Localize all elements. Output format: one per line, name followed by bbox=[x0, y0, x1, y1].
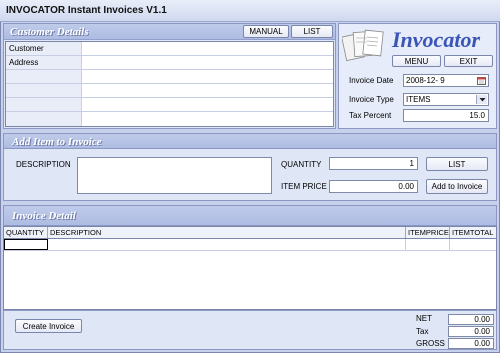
invoice-type-value: ITEMS bbox=[406, 95, 431, 104]
customer-section-title: Customer Details bbox=[10, 26, 89, 38]
column-header-itemprice[interactable]: ITEMPRICE bbox=[406, 227, 450, 238]
invoice-type-select[interactable]: ITEMS bbox=[403, 93, 489, 106]
selected-cell[interactable] bbox=[4, 239, 48, 250]
customer-extra-row[interactable] bbox=[6, 112, 333, 126]
address-row-label: Address bbox=[6, 56, 82, 69]
invoice-type-label: Invoice Type bbox=[349, 95, 394, 104]
invocator-logo: Invocator bbox=[392, 27, 480, 52]
column-header-itemtotal[interactable]: ITEMTOTAL bbox=[450, 227, 496, 238]
invoice-detail-section-title: Invoice Detail bbox=[12, 210, 76, 222]
column-header-quantity[interactable]: QUANTITY bbox=[4, 227, 48, 238]
address-row[interactable]: Address bbox=[6, 56, 333, 70]
item-price-label: ITEM PRICE bbox=[281, 182, 327, 191]
customer-row-value[interactable] bbox=[82, 42, 333, 55]
extra-row-value[interactable] bbox=[82, 84, 333, 97]
tax-percent-label: Tax Percent bbox=[349, 111, 392, 120]
invoice-detail-column-headers: QUANTITY DESCRIPTION ITEMPRICE ITEMTOTAL bbox=[4, 227, 496, 239]
tax-field: 0.00 bbox=[448, 326, 494, 337]
extra-row-label bbox=[6, 112, 82, 126]
gross-field: 0.00 bbox=[448, 338, 494, 349]
extra-row-label bbox=[6, 98, 82, 111]
customer-header: Customer Details MANUAL LIST bbox=[4, 24, 335, 40]
customer-extra-row[interactable] bbox=[6, 84, 333, 98]
invoice-settings-panel: Invocator MENU EXIT Invoice Date 2008-12… bbox=[338, 23, 497, 129]
add-item-panel: DESCRIPTION QUANTITY 1 ITEM PRICE 0.00 L… bbox=[3, 149, 497, 201]
add-to-invoice-button[interactable]: Add to Invoice bbox=[426, 179, 488, 194]
table-cell[interactable] bbox=[406, 239, 450, 250]
create-invoice-button[interactable]: Create Invoice bbox=[15, 319, 82, 333]
chevron-down-icon[interactable] bbox=[476, 95, 487, 104]
extra-row-label bbox=[6, 84, 82, 97]
net-label: NET bbox=[416, 314, 432, 323]
quantity-field[interactable]: 1 bbox=[329, 157, 418, 170]
tax-percent-field[interactable]: 15.0 bbox=[403, 109, 489, 122]
item-list-button[interactable]: LIST bbox=[426, 157, 488, 171]
extra-row-value[interactable] bbox=[82, 112, 333, 126]
customer-row-label: Customer bbox=[6, 42, 82, 55]
menu-button[interactable]: MENU bbox=[392, 55, 441, 67]
footer-panel: Create Invoice NET 0.00 Tax 0.00 GROSS 0… bbox=[3, 310, 497, 350]
item-price-field[interactable]: 0.00 bbox=[329, 180, 418, 193]
add-item-header: Add Item to Invoice bbox=[3, 133, 497, 149]
gross-label: GROSS bbox=[416, 339, 445, 348]
window-title: INVOCATOR Instant Invoices V1.1 bbox=[6, 5, 167, 16]
add-item-section-title: Add Item to Invoice bbox=[12, 136, 102, 148]
invoice-detail-header: Invoice Detail bbox=[3, 205, 497, 226]
invoice-detail-table: QUANTITY DESCRIPTION ITEMPRICE ITEMTOTAL bbox=[3, 226, 497, 310]
table-cell[interactable] bbox=[48, 239, 406, 250]
invoice-date-label: Invoice Date bbox=[349, 76, 394, 85]
description-input[interactable] bbox=[77, 157, 272, 194]
customer-grid: Customer Address bbox=[5, 41, 334, 127]
address-row-value[interactable] bbox=[82, 56, 333, 69]
extra-row-value[interactable] bbox=[82, 98, 333, 111]
column-header-description[interactable]: DESCRIPTION bbox=[48, 227, 406, 238]
extra-row-value[interactable] bbox=[82, 70, 333, 83]
customer-panel: Customer Details MANUAL LIST Customer Ad… bbox=[3, 23, 336, 129]
table-row[interactable] bbox=[4, 239, 496, 251]
quantity-label: QUANTITY bbox=[281, 160, 322, 169]
exit-button[interactable]: EXIT bbox=[444, 55, 493, 67]
invoice-date-value: 2008-12- 9 bbox=[406, 76, 445, 85]
tax-label: Tax bbox=[416, 327, 429, 336]
customer-row[interactable]: Customer bbox=[6, 42, 333, 56]
table-cell[interactable] bbox=[450, 239, 496, 250]
customer-extra-row[interactable] bbox=[6, 98, 333, 112]
customer-extra-row[interactable] bbox=[6, 70, 333, 84]
net-field: 0.00 bbox=[448, 314, 494, 325]
description-label: DESCRIPTION bbox=[16, 160, 71, 169]
title-bar: INVOCATOR Instant Invoices V1.1 bbox=[0, 0, 500, 22]
invoice-documents-icon bbox=[342, 29, 384, 62]
calendar-icon[interactable] bbox=[477, 77, 486, 85]
manual-button[interactable]: MANUAL bbox=[243, 25, 289, 38]
customer-list-button[interactable]: LIST bbox=[291, 25, 333, 38]
extra-row-label bbox=[6, 70, 82, 83]
invoice-date-field[interactable]: 2008-12- 9 bbox=[403, 74, 489, 87]
